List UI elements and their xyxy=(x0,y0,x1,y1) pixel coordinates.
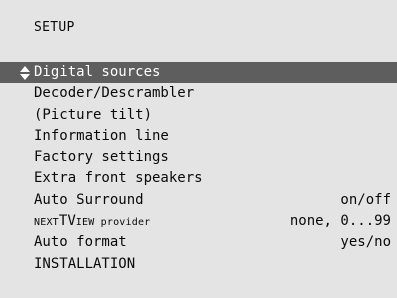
setup-menu-list: Digital sources Decoder/Descrambler (Pic… xyxy=(0,62,397,275)
menu-item-label: Information line xyxy=(34,127,169,144)
nextview-prefix: NEXT xyxy=(34,217,59,229)
menu-item-label: Digital sources xyxy=(34,64,161,80)
menu-item-value: on/off xyxy=(340,191,391,208)
menu-item-digital-sources[interactable]: Digital sources xyxy=(0,62,397,84)
menu-item-value: yes/no xyxy=(340,234,391,251)
menu-item-picture-tilt[interactable]: (Picture tilt) xyxy=(0,105,397,126)
menu-item-label: Auto format xyxy=(34,234,127,251)
menu-item-label: Extra front speakers xyxy=(34,170,203,187)
nextview-brand: TV xyxy=(58,213,76,230)
nextview-suffix: IEW provider xyxy=(75,217,151,229)
menu-item-decoder-descrambler[interactable]: Decoder/Descrambler xyxy=(0,83,397,104)
menu-title: SETUP xyxy=(34,20,75,35)
up-down-arrows-icon xyxy=(20,66,30,80)
menu-item-label: NEXTTVIEW provider xyxy=(34,211,150,233)
menu-item-nextview-provider[interactable]: NEXTTVIEW provider none, 0...99 xyxy=(0,211,397,232)
menu-item-factory-settings[interactable]: Factory settings xyxy=(0,147,397,168)
menu-item-label: INSTALLATION xyxy=(34,255,136,272)
menu-item-label: Auto Surround xyxy=(34,191,144,208)
menu-item-label: Factory settings xyxy=(34,149,169,166)
menu-item-value: none, 0...99 xyxy=(289,213,391,230)
menu-item-auto-surround[interactable]: Auto Surround on/off xyxy=(0,190,397,211)
menu-item-label: Decoder/Descrambler xyxy=(34,85,195,102)
menu-item-label: (Picture tilt) xyxy=(34,106,153,123)
menu-item-extra-front-speakers[interactable]: Extra front speakers xyxy=(0,168,397,189)
menu-item-installation[interactable]: INSTALLATION xyxy=(0,254,397,275)
menu-item-auto-format[interactable]: Auto format yes/no xyxy=(0,232,397,253)
menu-item-information-line[interactable]: Information line xyxy=(0,126,397,147)
